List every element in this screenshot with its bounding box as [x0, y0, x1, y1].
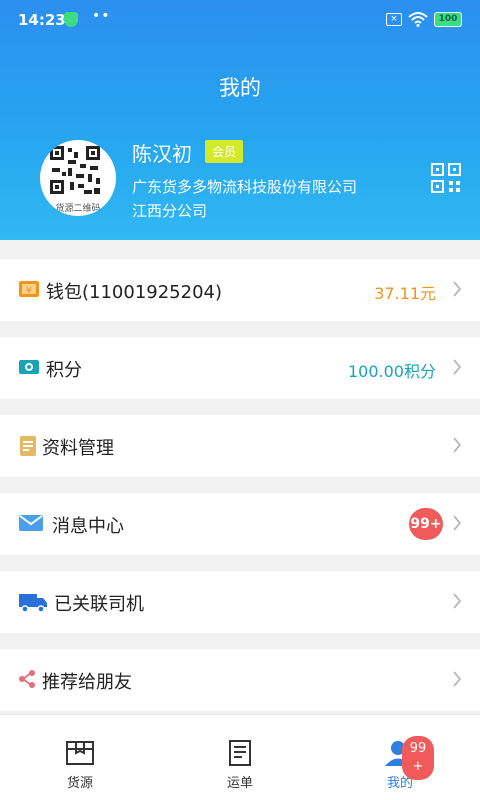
user-name: 陈汉初: [132, 142, 192, 166]
chevron-right-icon: [453, 437, 462, 453]
menu-points-label: 积分: [46, 360, 82, 381]
menu-share[interactable]: 推荐给朋友: [0, 649, 480, 711]
tab-mine[interactable]: 我的: [320, 715, 480, 800]
shield-icon: [64, 12, 78, 27]
menu-wallet-label: 钱包(11001925204): [46, 282, 223, 303]
profile-icon: [20, 436, 36, 456]
tab-waybill-label: 运单: [226, 776, 253, 791]
waybill-icon: [229, 740, 251, 766]
battery-icon: 100: [434, 12, 462, 27]
chevron-right-icon: [453, 593, 462, 609]
tab-badge-line-1: 99: [409, 741, 427, 756]
tab-cargo-label: 货源: [66, 776, 93, 791]
company-line-1: 广东货多多物流科技股份有限公司: [132, 178, 358, 196]
chevron-right-icon: [453, 671, 462, 687]
tab-mine-label: 我的: [386, 776, 413, 791]
qr-code-icon[interactable]: [431, 163, 461, 193]
chevron-right-icon: [453, 359, 462, 375]
avatar[interactable]: 货源二维码: [40, 140, 116, 216]
points-icon: [19, 360, 39, 374]
tab-badge-line-2: +: [412, 759, 424, 774]
svg-text:¥: ¥: [26, 286, 32, 296]
tab-waybill[interactable]: 运单: [160, 715, 320, 800]
status-bar: 14:23 •• × 100: [0, 0, 480, 40]
company-name: 广东货多多物流科技股份有限公司 江西分公司: [132, 175, 422, 223]
menu-share-label: 推荐给朋友: [42, 672, 132, 693]
sim-x-icon: ×: [386, 13, 402, 26]
menu-points-value: 100.00积分: [348, 362, 436, 381]
menu-drivers[interactable]: 已关联司机: [0, 571, 480, 633]
menu-messages-label: 消息中心: [52, 516, 124, 537]
more-dots-icon: ••: [92, 8, 111, 24]
menu-wallet[interactable]: ¥ 钱包(11001925204) 37.11元: [0, 259, 480, 321]
tab-cargo[interactable]: 货源: [0, 715, 160, 800]
header: 14:23 •• × 100 我的 货源二维码 陈汉初 会员 广东货多多物流科技…: [0, 0, 480, 240]
menu-profile[interactable]: 资料管理: [0, 415, 480, 477]
mail-icon: [19, 515, 43, 531]
share-icon: [19, 670, 35, 688]
cargo-box-icon: [66, 741, 94, 765]
messages-badge: 99+: [409, 508, 443, 540]
company-line-2: 江西分公司: [132, 202, 208, 220]
wallet-icon: ¥: [19, 281, 39, 297]
avatar-caption: 货源二维码: [55, 204, 101, 214]
member-badge: 会员: [205, 140, 244, 163]
wifi-icon: [408, 12, 428, 27]
menu-wallet-value: 37.11元: [374, 284, 436, 303]
truck-icon: [19, 594, 47, 613]
tab-mine-badge: 99 +: [402, 736, 434, 780]
chevron-right-icon: [453, 281, 462, 297]
page-title: 我的: [219, 76, 261, 100]
menu-points[interactable]: 积分 100.00积分: [0, 337, 480, 399]
status-time: 14:23: [18, 11, 66, 29]
chevron-right-icon: [453, 515, 462, 531]
menu-messages[interactable]: 消息中心 99+: [0, 493, 480, 555]
menu-profile-label: 资料管理: [42, 438, 114, 459]
menu-drivers-label: 已关联司机: [54, 594, 144, 615]
